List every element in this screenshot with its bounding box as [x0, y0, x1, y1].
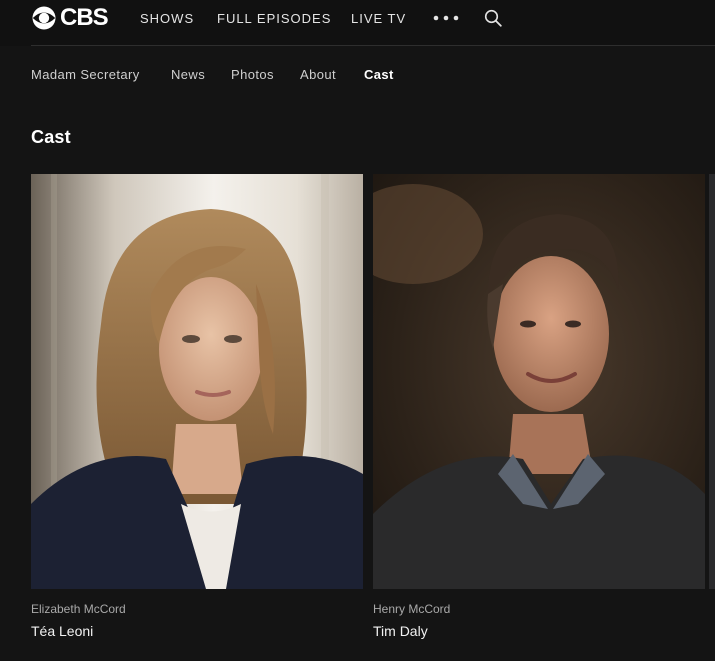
nav-live-tv[interactable]: LIVE TV — [351, 11, 406, 26]
search-icon[interactable] — [484, 9, 502, 27]
cast-photo[interactable] — [373, 174, 705, 589]
cast-role: Henry McCord — [373, 602, 451, 616]
cast-card[interactable]: Elizabeth McCord Téa Leoni — [31, 174, 363, 639]
subnav-photos[interactable]: Photos — [231, 67, 274, 82]
more-dots-icon[interactable] — [433, 14, 459, 22]
cbs-eye-icon — [32, 6, 56, 30]
cast-role: Elizabeth McCord — [31, 602, 126, 616]
cbs-logo-text: CBS — [60, 4, 109, 31]
cast-name[interactable]: Téa Leoni — [31, 623, 93, 639]
cast-name[interactable]: Tim Daly — [373, 623, 428, 639]
subnav-about[interactable]: About — [300, 67, 336, 82]
nav-divider — [31, 45, 715, 46]
subnav-cast[interactable]: Cast — [364, 67, 394, 82]
cast-card[interactable]: Henry McCord Tim Daly — [373, 174, 705, 639]
nav-shows[interactable]: SHOWS — [140, 11, 194, 26]
cast-photo[interactable] — [31, 174, 363, 589]
subnav-news[interactable]: News — [171, 67, 205, 82]
next-card-peek[interactable] — [709, 174, 715, 589]
subnav-madam-secretary[interactable]: Madam Secretary — [31, 67, 140, 82]
section-title: Cast — [31, 127, 71, 147]
nav-full-episodes[interactable]: FULL EPISODES — [217, 11, 331, 26]
top-navigation-bar: CBS SHOWS FULL EPISODES LIVE TV — [0, 0, 715, 46]
cbs-logo[interactable]: CBS — [31, 4, 109, 31]
